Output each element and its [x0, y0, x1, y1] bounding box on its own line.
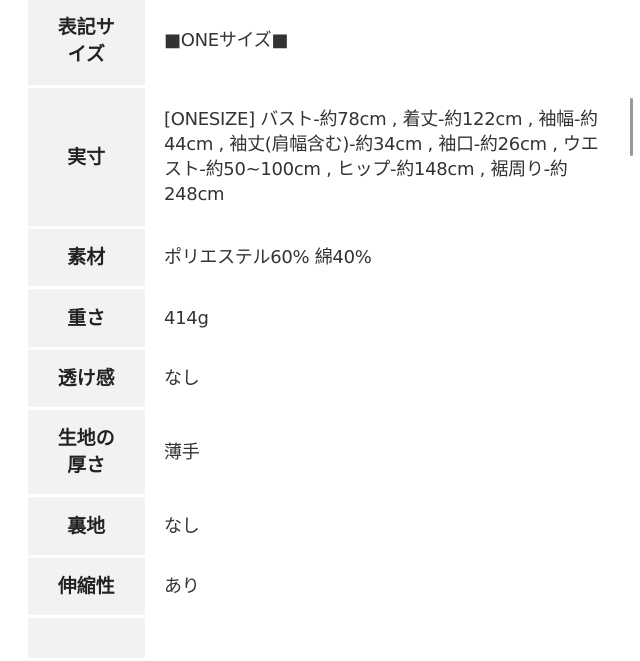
- row-value: なし: [145, 497, 618, 555]
- row-value: 414g: [145, 289, 618, 347]
- spec-row-thickness: 生地の厚さ 薄手: [28, 410, 618, 494]
- spec-row-lining: 裏地 なし: [28, 497, 618, 555]
- spec-row-transparency: 透け感 なし: [28, 350, 618, 407]
- row-value: あり: [145, 558, 618, 615]
- row-value: なし: [145, 350, 618, 407]
- row-value: [145, 618, 618, 658]
- spec-table: 表記サイズ ■ONEサイズ■ 実寸 [ONESIZE] バスト-約78cm , …: [28, 0, 618, 661]
- row-value: ポリエステル60% 綿40%: [145, 229, 618, 286]
- row-label: 裏地: [67, 514, 106, 537]
- spec-row-measurements: 実寸 [ONESIZE] バスト-約78cm , 着丈-約122cm , 袖幅-…: [28, 88, 618, 226]
- row-value: 薄手: [145, 410, 618, 494]
- row-header: 生地の厚さ: [28, 410, 145, 494]
- row-header: 裏地: [28, 497, 145, 555]
- row-value: [ONESIZE] バスト-約78cm , 着丈-約122cm , 袖幅-約44…: [145, 88, 618, 226]
- spec-row-material: 素材 ポリエステル60% 綿40%: [28, 229, 618, 286]
- row-label: 表記サイズ: [57, 15, 115, 65]
- row-header: 表記サイズ: [28, 0, 145, 85]
- row-value: ■ONEサイズ■: [145, 0, 618, 85]
- spec-row-stretch: 伸縮性 あり: [28, 558, 618, 615]
- row-label: 伸縮性: [57, 575, 115, 597]
- row-header: 重さ: [28, 289, 145, 347]
- row-header: 伸縮性: [28, 558, 145, 615]
- spec-row-size-label: 表記サイズ ■ONEサイズ■: [28, 0, 618, 85]
- spec-row-partial: [28, 618, 618, 658]
- row-label: 透け感: [57, 367, 115, 389]
- row-label: 素材: [67, 246, 106, 268]
- scrollbar[interactable]: [630, 98, 633, 156]
- row-label: 重さ: [67, 306, 106, 329]
- row-header: 素材: [28, 229, 145, 286]
- row-header: [28, 618, 145, 658]
- row-label: 実寸: [67, 145, 106, 168]
- spec-row-weight: 重さ 414g: [28, 289, 618, 347]
- row-label: 生地の厚さ: [57, 427, 115, 476]
- row-header: 実寸: [28, 88, 145, 226]
- row-header: 透け感: [28, 350, 145, 407]
